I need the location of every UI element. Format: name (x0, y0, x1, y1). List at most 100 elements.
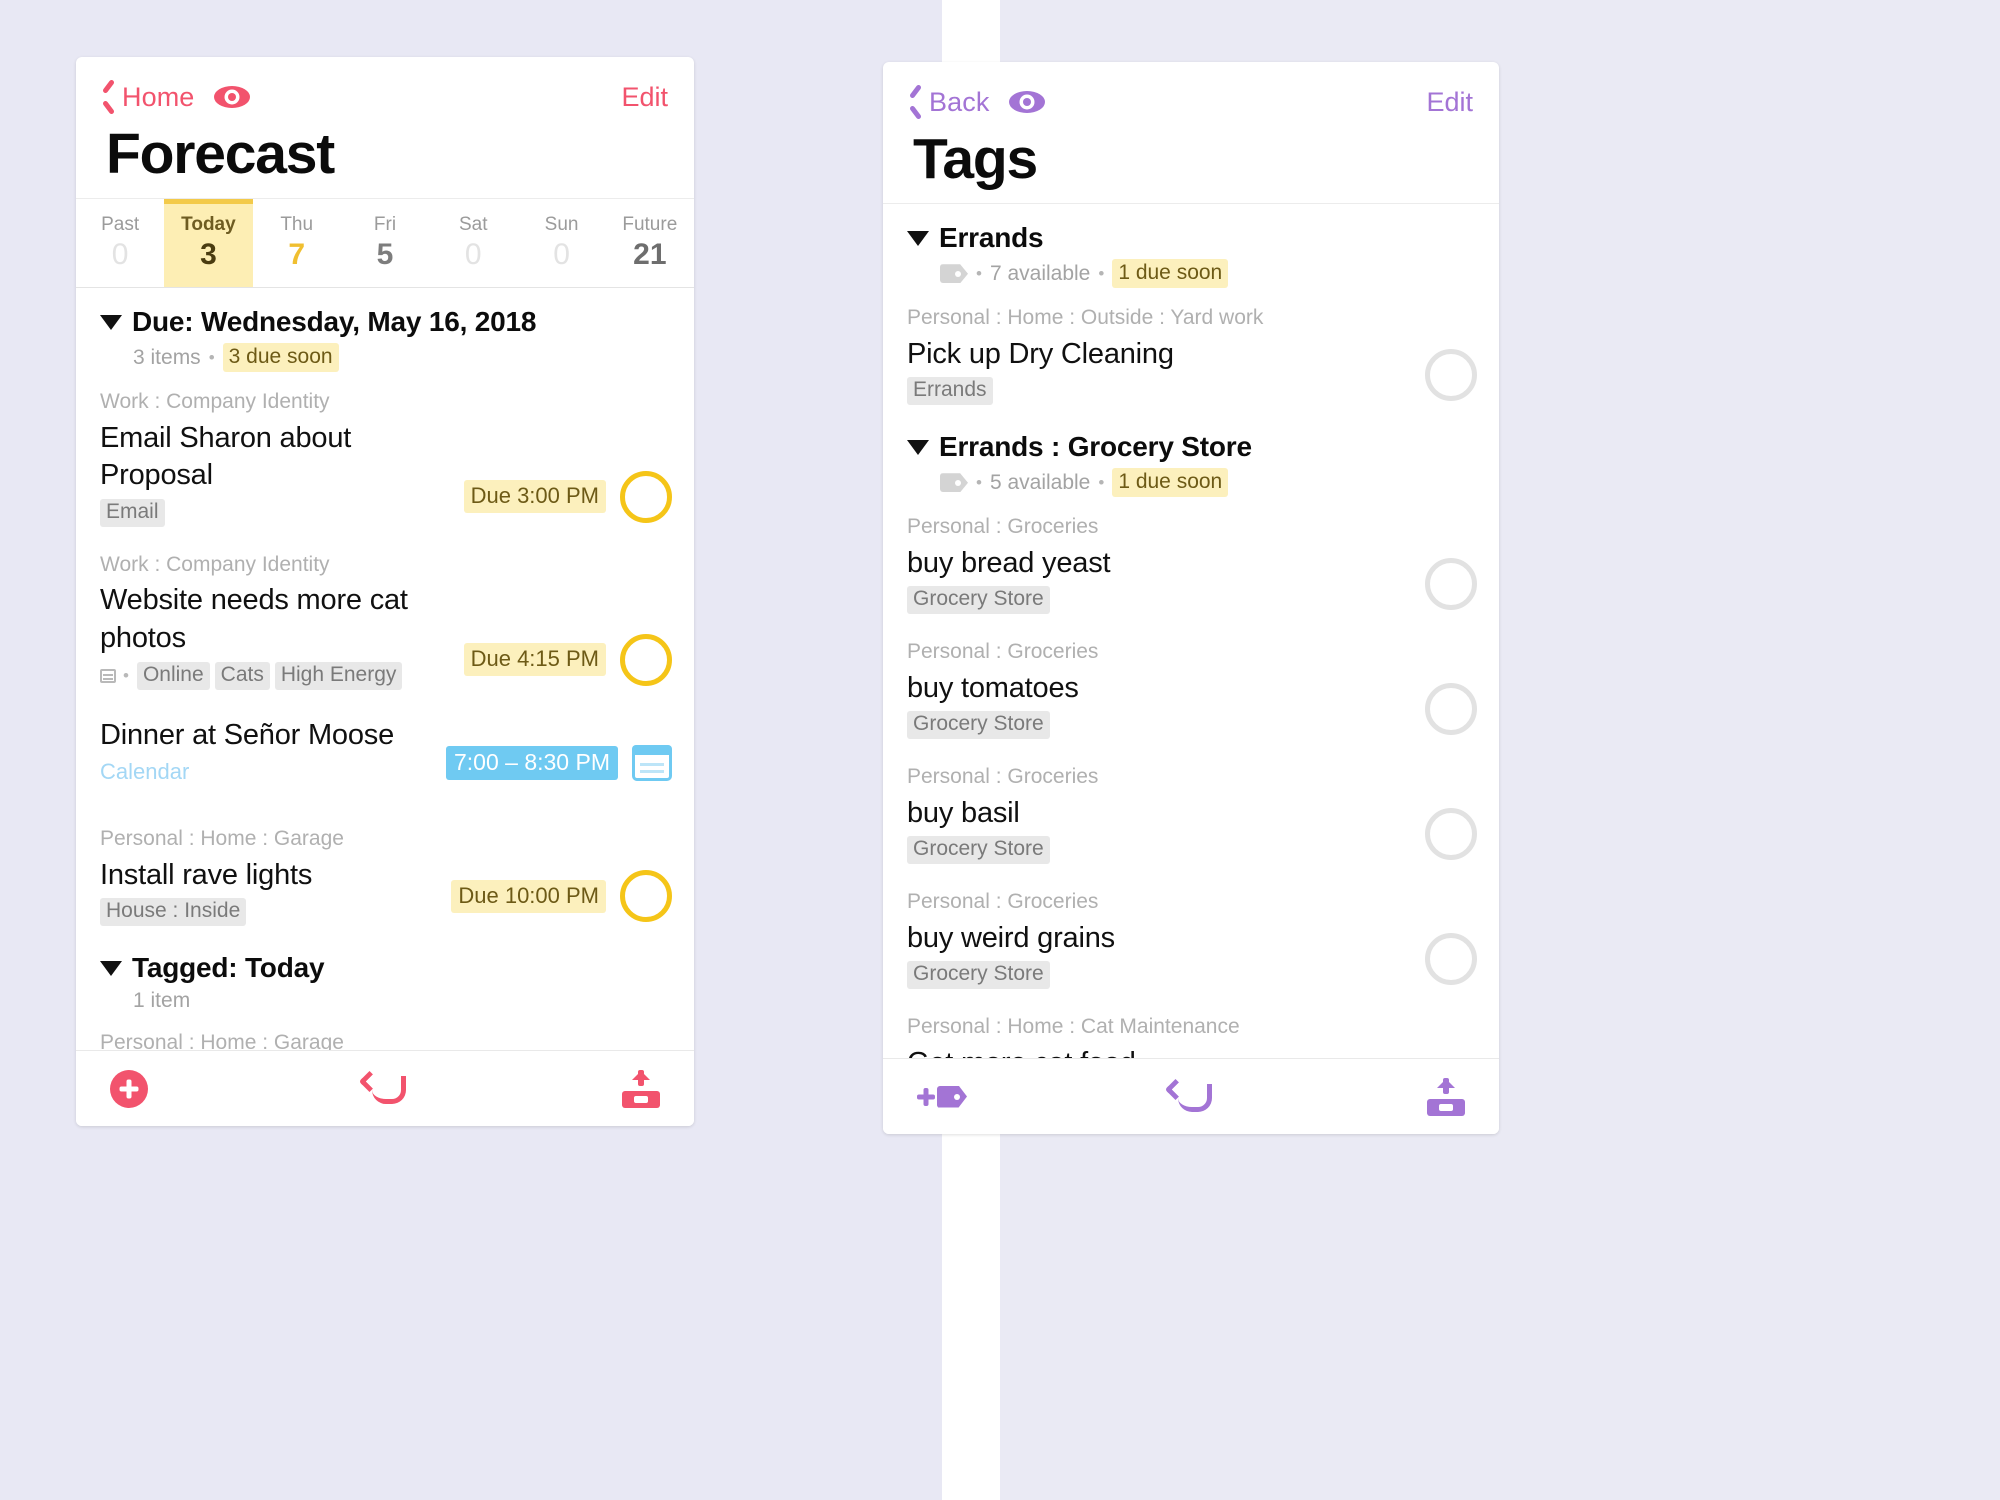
task-row[interactable]: Personal : Home : Garage Install disco b… (76, 1013, 694, 1050)
forecast-col-past[interactable]: Past 0 (76, 199, 164, 287)
forecast-col-count: 7 (288, 238, 306, 272)
task-row[interactable]: Personal : Groceries buy basil Grocery S… (883, 747, 1499, 872)
task-tag-chip[interactable]: Cats (214, 661, 270, 690)
task-title: buy bread yeast (907, 546, 1111, 579)
left-half-background: Home Edit Forecast Past 0 Today 3 Thu 7 … (0, 0, 1000, 1500)
disclosure-triangle-icon[interactable] (907, 439, 929, 455)
toolbar-right-slot (1282, 1077, 1466, 1116)
inbox-tray-shape (621, 1090, 660, 1108)
tag-shape (937, 1085, 967, 1108)
row-spacer (76, 793, 694, 809)
edit-button[interactable]: Edit (1426, 87, 1473, 118)
tag-icon (940, 473, 968, 493)
task-breadcrumb: Work : Company Identity (100, 552, 330, 576)
task-status-circle[interactable] (620, 470, 672, 523)
inbox-send-icon[interactable] (1427, 1077, 1466, 1116)
tags-list[interactable]: Errands • 7 available • 1 due soon Perso… (883, 203, 1499, 1058)
event-title: Dinner at Señor Moose (100, 718, 395, 751)
task-row[interactable]: Personal : Groceries buy tomatoes Grocer… (883, 622, 1499, 747)
task-row[interactable]: Work : Company Identity Website needs mo… (76, 535, 694, 698)
add-item-icon[interactable] (110, 1069, 148, 1108)
task-status-circle[interactable] (1425, 808, 1477, 861)
task-status-circle[interactable] (1425, 933, 1477, 986)
task-status-circle[interactable] (620, 633, 672, 686)
forecast-col-today[interactable]: Today 3 (164, 199, 253, 288)
event-source-label: Calendar (100, 759, 190, 785)
task-tag-chip[interactable]: Email (100, 498, 165, 527)
task-breadcrumb: Personal : Home : Outside : Yard work (907, 306, 1264, 330)
task-tag-chip[interactable]: Grocery Store (907, 961, 1050, 990)
inbox-send-icon[interactable] (621, 1069, 660, 1108)
forecast-col-label: Sun (544, 214, 579, 236)
task-due-badge: Due 4:15 PM (463, 643, 606, 677)
forecast-col-count: 21 (633, 238, 667, 272)
forecast-col-thu[interactable]: Thu 7 (253, 199, 341, 287)
task-row[interactable]: Personal : Groceries buy weird grains Gr… (883, 872, 1499, 997)
inbox-tray-shape (1427, 1098, 1466, 1116)
task-row[interactable]: Personal : Home : Cat Maintenance Get mo… (883, 997, 1499, 1058)
task-row[interactable]: Work : Company Identity Email Sharon abo… (76, 372, 694, 535)
group-header-errands[interactable]: Errands • 7 available • 1 due soon (883, 204, 1499, 289)
edit-button[interactable]: Edit (621, 82, 668, 113)
undo-icon[interactable] (1164, 1078, 1214, 1114)
eye-icon[interactable] (214, 86, 251, 108)
forecast-col-count: 0 (464, 238, 482, 272)
task-title: Email Sharon about Proposal (100, 421, 352, 492)
group-item-count: 3 items (133, 345, 201, 369)
task-breadcrumb: Personal : Groceries (907, 890, 1099, 914)
add-tag-icon[interactable] (917, 1085, 967, 1108)
group-title: Due: Wednesday, May 16, 2018 (132, 306, 537, 338)
disclosure-triangle-icon[interactable] (100, 960, 122, 976)
right-half-background: Back Edit Tags Errands • 7 available • 1… (883, 0, 2000, 1500)
forecast-col-label: Sat (459, 214, 488, 236)
forecast-screen: Home Edit Forecast Past 0 Today 3 Thu 7 … (76, 57, 694, 1126)
task-due-badge: Due 10:00 PM (451, 879, 606, 913)
undo-icon[interactable] (358, 1070, 408, 1106)
task-status-circle[interactable] (1425, 349, 1477, 402)
group-due-soon-badge: 1 due soon (1112, 468, 1229, 498)
forecast-navbar: Home Edit (76, 57, 694, 119)
toolbar-center-slot (293, 1070, 476, 1106)
task-row[interactable]: Personal : Home : Garage Install rave li… (76, 809, 694, 934)
calendar-event-row[interactable]: Dinner at Señor Moose Calendar 7:00 – 8:… (76, 698, 694, 794)
task-tag-chip[interactable]: Grocery Store (907, 836, 1050, 865)
forecast-col-future[interactable]: Future 21 (606, 199, 694, 287)
tags-toolbar (883, 1058, 1499, 1134)
group-header-tagged-today[interactable]: Tagged: Today 1 item (76, 934, 694, 1013)
calendar-icon[interactable] (632, 745, 672, 782)
disclosure-triangle-icon[interactable] (100, 314, 122, 330)
group-item-count: 1 item (133, 989, 191, 1013)
back-button-label: Back (929, 86, 990, 117)
page-title: Tags (913, 127, 1038, 191)
task-tag-chip[interactable]: Online (136, 661, 210, 690)
toolbar-center-slot (1100, 1078, 1283, 1114)
task-row[interactable]: Personal : Groceries buy bread yeast Gro… (883, 497, 1499, 622)
task-tag-chip[interactable]: House : Inside (100, 898, 247, 927)
event-time-badge: 7:00 – 8:30 PM (446, 746, 618, 781)
back-button[interactable]: Back (909, 87, 989, 118)
task-tag-chip[interactable]: High Energy (274, 661, 403, 690)
disclosure-triangle-icon[interactable] (907, 230, 929, 246)
task-tag-chip[interactable]: Grocery Store (907, 586, 1050, 615)
task-status-circle[interactable] (1425, 558, 1477, 611)
task-tag-chip[interactable]: Grocery Store (907, 711, 1050, 740)
task-breadcrumb: Personal : Groceries (907, 640, 1099, 664)
group-header-due[interactable]: Due: Wednesday, May 16, 2018 3 items • 3… (76, 288, 694, 373)
task-status-circle[interactable] (620, 870, 672, 923)
eye-icon[interactable] (1009, 91, 1046, 113)
group-header-grocery-store[interactable]: Errands : Grocery Store • 5 available • … (883, 413, 1499, 498)
forecast-col-fri[interactable]: Fri 5 (341, 199, 429, 287)
separator-dot: • (123, 665, 129, 685)
task-row[interactable]: Personal : Home : Outside : Yard work Pi… (883, 288, 1499, 413)
forecast-task-list[interactable]: Due: Wednesday, May 16, 2018 3 items • 3… (76, 288, 694, 1050)
tags-navbar: Back Edit (883, 62, 1499, 124)
forecast-col-sat[interactable]: Sat 0 (429, 199, 517, 287)
group-title: Errands : Grocery Store (939, 431, 1252, 463)
task-status-circle[interactable] (1425, 683, 1477, 736)
forecast-col-label: Thu (280, 214, 314, 236)
note-icon (100, 668, 116, 683)
forecast-col-sun[interactable]: Sun 0 (517, 199, 605, 287)
back-button-home[interactable]: Home (102, 82, 194, 113)
task-title: buy basil (907, 796, 1020, 829)
task-tag-chip[interactable]: Errands (907, 377, 993, 406)
